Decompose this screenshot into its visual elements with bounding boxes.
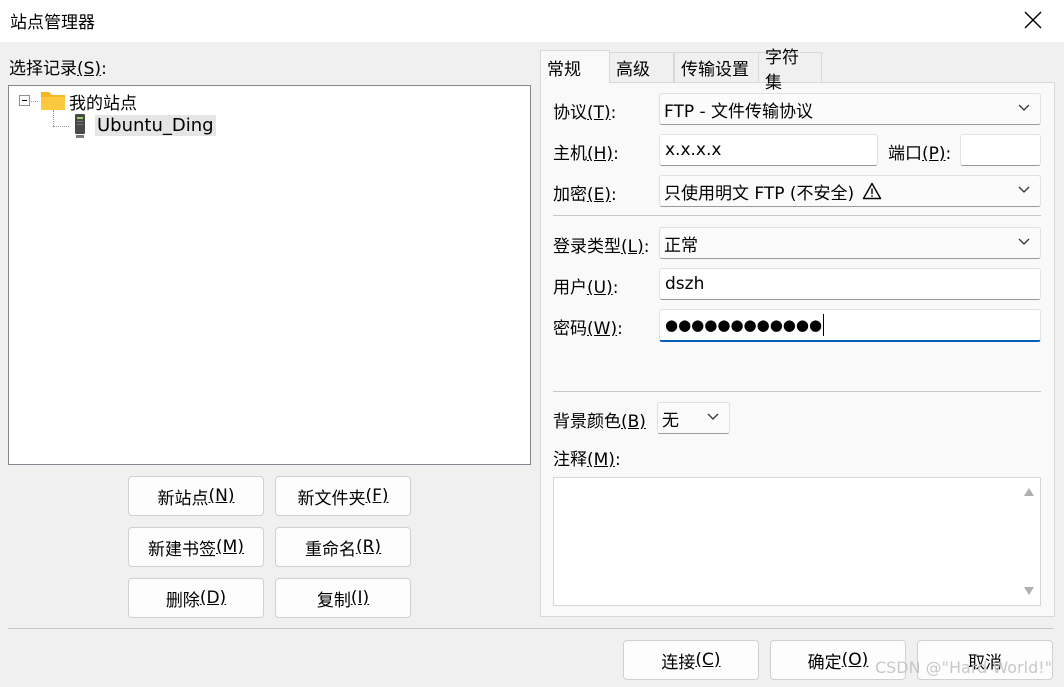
separator (553, 215, 1041, 216)
user-label: 用户(U): (553, 278, 619, 298)
rename-button[interactable]: 重命名 (R) (275, 527, 411, 567)
tree-folder-my-sites[interactable]: 我的站点 (69, 89, 137, 114)
separator (553, 391, 1041, 392)
encryption-select[interactable]: 只使用明文 FTP (不安全) (659, 175, 1041, 207)
tree-connector (53, 126, 69, 127)
host-value: x.x.x.x (665, 140, 722, 160)
collapse-toggle[interactable] (19, 95, 30, 106)
close-button[interactable] (1010, 4, 1056, 36)
new-bookmark-button[interactable]: 新建书签 (M) (128, 527, 264, 567)
bg-color-value: 无 (662, 410, 679, 431)
logon-type-select[interactable]: 正常 (659, 227, 1041, 259)
encryption-value: 只使用明文 FTP (不安全) (664, 183, 855, 204)
comments-textarea[interactable] (553, 477, 1041, 606)
user-input[interactable]: dszh (659, 268, 1041, 300)
chevron-down-icon (1018, 104, 1030, 111)
bg-color-label: 背景颜色(B) (553, 412, 646, 432)
delete-button[interactable]: 删除 (D) (128, 578, 264, 618)
protocol-label: 协议(T): (553, 103, 617, 123)
password-label: 密码(W): (553, 319, 623, 339)
user-value: dszh (665, 274, 705, 294)
window-title: 站点管理器 (10, 13, 95, 33)
text-caret (823, 314, 825, 336)
records-label: 选择记录(S): (9, 59, 107, 79)
tab-transfer-settings[interactable]: 传输设置 (674, 52, 759, 82)
site-manager-dialog: 站点管理器 选择记录(S): 我的站点 Ubuntu_Ding 新站点 (N) … (0, 0, 1064, 687)
tree-connector (31, 101, 38, 102)
close-icon (1024, 11, 1042, 29)
chevron-down-icon (1018, 186, 1030, 193)
protocol-select[interactable]: FTP - 文件传输协议 (659, 93, 1041, 125)
copy-button[interactable]: 复制 (I) (275, 578, 411, 618)
csdn-watermark: CSDN @"Hard World!" (874, 658, 1052, 677)
comments-scrollbar[interactable] (1018, 478, 1040, 605)
logon-type-value: 正常 (664, 235, 698, 256)
tab-charset[interactable]: 字符集 (758, 48, 822, 93)
folder-icon (41, 92, 65, 110)
logon-type-label: 登录类型(L): (553, 237, 650, 257)
new-site-button[interactable]: 新站点 (N) (128, 476, 264, 516)
password-input[interactable]: ●●●●●●●●●●●● (659, 309, 1041, 342)
footer-separator (8, 628, 1054, 629)
encryption-label: 加密(E): (553, 185, 617, 205)
warning-icon (862, 182, 882, 200)
tree-site-item[interactable]: Ubuntu_Ding (95, 115, 216, 136)
port-input[interactable] (960, 134, 1041, 166)
connect-button[interactable]: 连接 (C) (623, 640, 759, 680)
new-folder-button[interactable]: 新文件夹 (F) (275, 476, 411, 516)
comments-label: 注释(M): (553, 450, 621, 470)
protocol-value: FTP - 文件传输协议 (664, 101, 814, 122)
tree-connector (53, 110, 54, 126)
tab-general[interactable]: 常规 (540, 50, 610, 83)
host-label: 主机(H): (553, 144, 619, 164)
chevron-down-icon (1018, 238, 1030, 245)
bg-color-select[interactable]: 无 (657, 402, 730, 434)
host-input[interactable]: x.x.x.x (659, 134, 878, 166)
site-tree[interactable]: 我的站点 Ubuntu_Ding (8, 85, 531, 465)
password-value: ●●●●●●●●●●●● (665, 316, 823, 334)
tab-advanced[interactable]: 高级 (609, 52, 674, 82)
chevron-down-icon (707, 413, 719, 420)
scroll-up-arrow-icon[interactable] (1024, 488, 1034, 496)
title-bar: 站点管理器 (0, 0, 1064, 42)
scroll-down-arrow-icon[interactable] (1024, 587, 1034, 595)
server-icon (75, 114, 85, 138)
port-label: 端口(P): (888, 144, 952, 164)
